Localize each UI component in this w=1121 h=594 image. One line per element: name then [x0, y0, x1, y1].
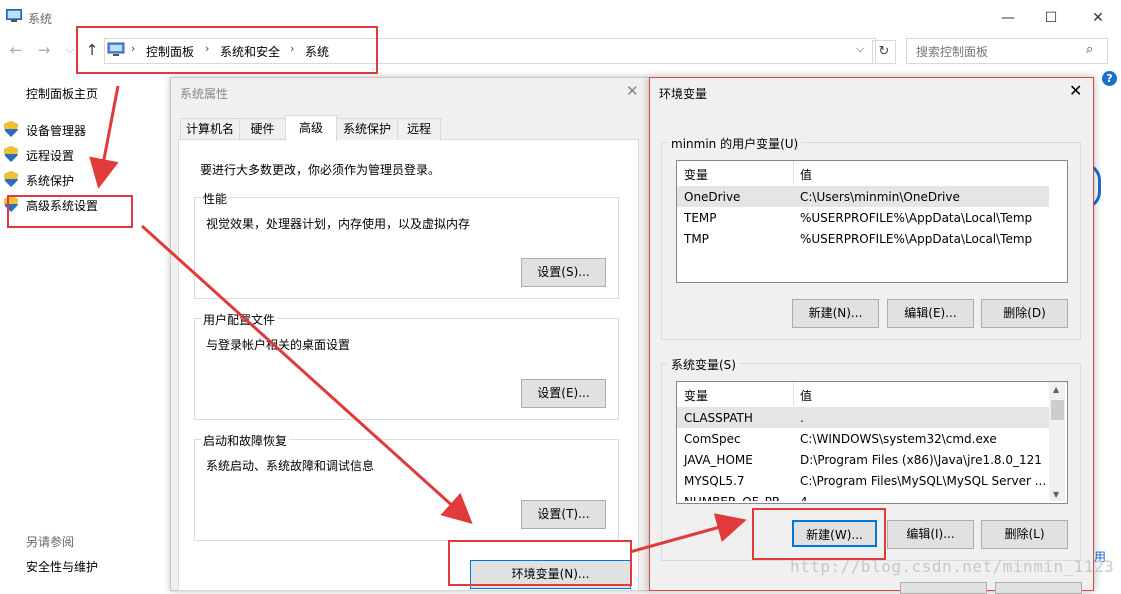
arrow-advanced-to-env-button	[140, 224, 473, 525]
arrow-env-button-to-new	[629, 513, 747, 554]
watermark: http://blog.csdn.net/minmin_1123	[790, 557, 1115, 576]
annotation-arrows	[89, 85, 747, 554]
arrow-breadcrumb-to-advanced	[89, 85, 120, 189]
